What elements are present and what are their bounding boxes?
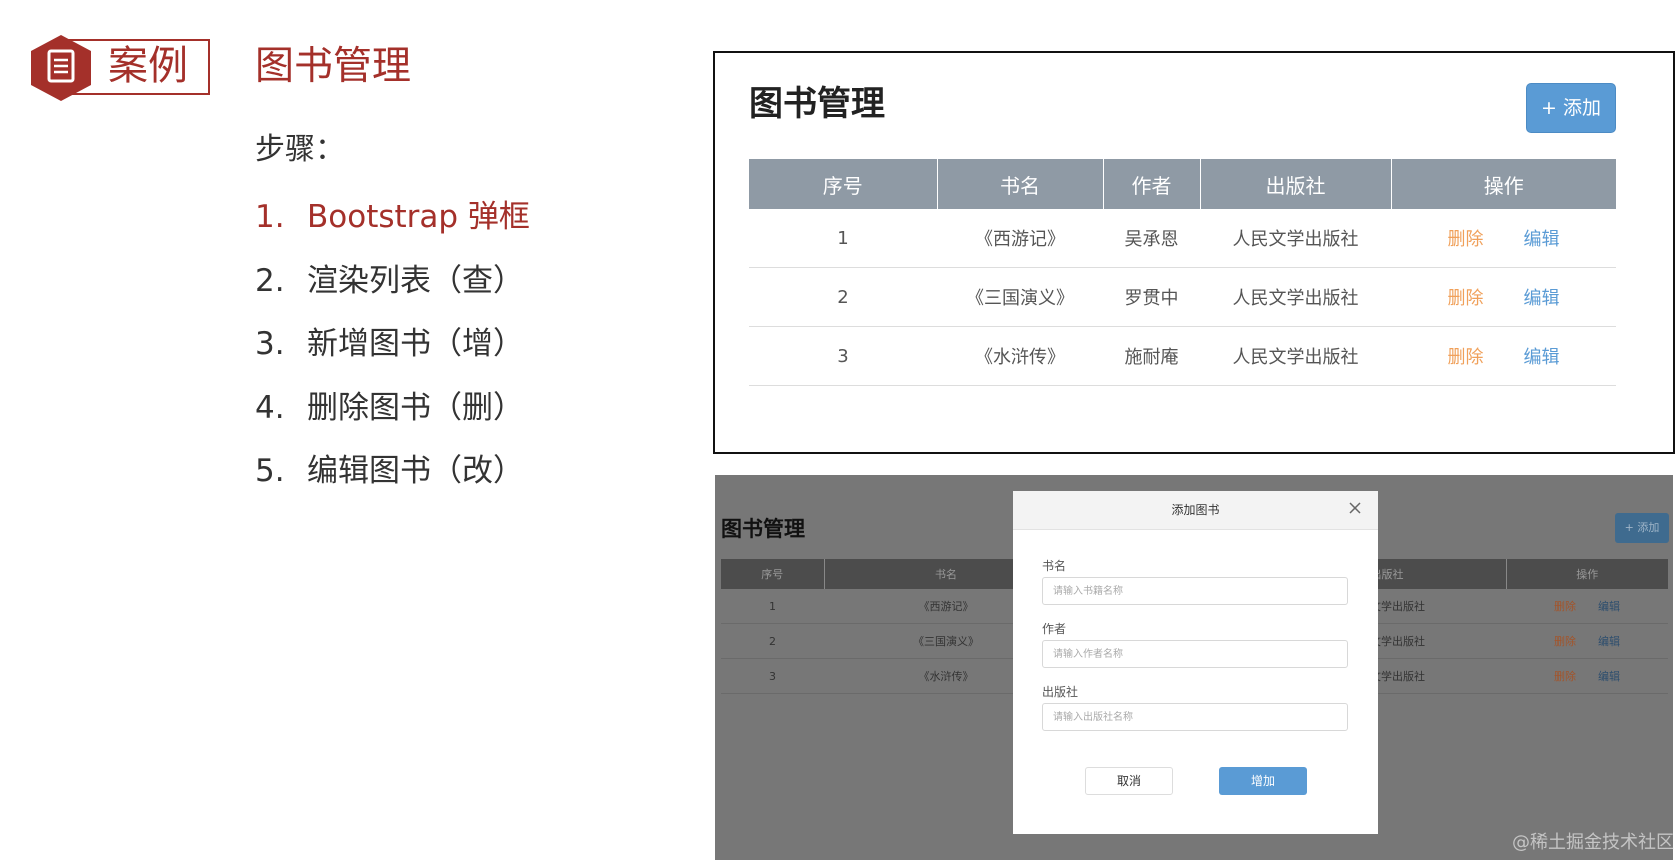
step-item: 5. 编辑图书（改） — [255, 447, 530, 511]
edit-link[interactable]: 编辑 — [1524, 229, 1560, 250]
cell-author: 施耐庵 — [1103, 326, 1200, 386]
column-header-publisher: 出版社 — [1200, 159, 1392, 209]
cell-author: 罗贯中 — [1103, 267, 1200, 327]
author-label: 作者 — [1042, 622, 1067, 636]
column-header-index: 序号 — [749, 159, 938, 209]
step-number: 3. — [255, 326, 285, 362]
cell-index: 3 — [749, 326, 937, 386]
step-number: 2. — [255, 262, 285, 299]
edit-link: 编辑 — [1598, 600, 1620, 613]
cancel-button[interactable]: 取消 — [1085, 767, 1173, 795]
book-name-label: 书名 — [1042, 559, 1067, 573]
cell-index: 1 — [749, 209, 937, 268]
modal-header: 添加图书 — [1013, 491, 1378, 530]
cell-author: 吴承恩 — [1103, 209, 1200, 268]
step-number: 4. — [255, 389, 285, 426]
close-icon[interactable] — [1346, 499, 1364, 517]
step-text: Bootstrap 弹框 — [307, 199, 530, 235]
cell-index: 2 — [721, 623, 824, 659]
cell-index: 3 — [721, 658, 824, 694]
step-text: 渲染列表（查） — [307, 262, 524, 299]
steps-label: 步骤： — [255, 132, 345, 167]
publisher-input[interactable] — [1042, 703, 1348, 731]
watermark: @稀土掘金技术社区 — [1512, 832, 1674, 853]
cell-name: 《西游记》 — [937, 209, 1103, 268]
edit-link: 编辑 — [1598, 670, 1620, 683]
cell-publisher: 人民文学出版社 — [1200, 326, 1391, 386]
edit-link: 编辑 — [1598, 635, 1620, 648]
page-title: 图书管理 — [749, 84, 885, 124]
modal-title: 添加图书 — [1171, 503, 1220, 517]
step-number: 1. — [255, 199, 285, 235]
add-book-button[interactable]: + 添加 — [1526, 83, 1616, 133]
cell-actions: 删除 编辑 — [1391, 267, 1616, 327]
add-confirm-button[interactable]: 增加 — [1219, 767, 1307, 795]
table-row: 2 《三国演义》 罗贯中 人民文学出版社 删除 编辑 — [749, 267, 1616, 327]
delete-link[interactable]: 删除 — [1448, 347, 1484, 368]
book-name-input[interactable] — [1042, 577, 1348, 605]
cell-actions: 删除 编辑 — [1506, 589, 1668, 624]
column-header-actions: 操作 — [1506, 559, 1668, 589]
step-item: 4. 删除图书（删） — [255, 384, 530, 448]
step-item: 2. 渲染列表（查） — [255, 257, 530, 321]
author-input[interactable] — [1042, 640, 1348, 668]
delete-link: 删除 — [1554, 670, 1576, 683]
table-row: 1 《西游记》 吴承恩 人民文学出版社 删除 编辑 — [749, 209, 1616, 268]
case-badge-text: 案例 — [108, 43, 188, 89]
cell-actions: 删除 编辑 — [1506, 658, 1668, 694]
cell-index: 1 — [721, 589, 824, 624]
table-header-row: 序号 书名 作者 出版社 操作 — [749, 159, 1616, 209]
cell-name: 《水浒传》 — [937, 326, 1103, 386]
slide-title: 图书管理 — [255, 44, 412, 89]
cell-publisher: 人民文学出版社 — [1200, 267, 1391, 327]
column-header-author: 作者 — [1103, 159, 1201, 209]
delete-link[interactable]: 删除 — [1448, 229, 1484, 250]
column-header-index: 序号 — [721, 559, 825, 589]
delete-link: 删除 — [1554, 600, 1576, 613]
step-number: 5. — [255, 453, 285, 489]
background-add-button: + 添加 — [1615, 513, 1669, 543]
steps-list: 1. Bootstrap 弹框 2. 渲染列表（查） 3. 新增图书（增） 4. 删除图… — [255, 193, 530, 511]
edit-link[interactable]: 编辑 — [1524, 288, 1560, 309]
step-item: 3. 新增图书（增） — [255, 320, 530, 384]
step-text: 编辑图书（改） — [307, 453, 524, 489]
cell-index: 2 — [749, 267, 937, 327]
background-page-title: 图书管理 — [721, 517, 805, 541]
add-book-modal-screenshot: 图书管理 + 添加 序号 书名 出版社 操作 1 《西游记》 文学出版社 删除编… — [715, 475, 1673, 860]
cell-publisher: 人民文学出版社 — [1200, 209, 1391, 268]
publisher-label: 出版社 — [1042, 685, 1079, 699]
table-row: 3 《水浒传》 施耐庵 人民文学出版社 删除 编辑 — [749, 326, 1616, 386]
add-book-modal: 添加图书 书名 作者 出版社 取消 增加 — [1013, 491, 1378, 834]
column-header-actions: 操作 — [1391, 159, 1616, 209]
book-list-screenshot: 图书管理 + 添加 序号 书名 作者 出版社 操作 1 《西游记》 吴承恩 人民… — [713, 51, 1675, 454]
step-text: 删除图书（删） — [307, 389, 524, 426]
cell-name: 《三国演义》 — [937, 267, 1103, 327]
column-header-name: 书名 — [937, 159, 1104, 209]
case-badge: 案例 — [28, 33, 212, 101]
cell-actions: 删除 编辑 — [1506, 623, 1668, 659]
edit-link[interactable]: 编辑 — [1524, 347, 1560, 368]
delete-link[interactable]: 删除 — [1448, 288, 1484, 309]
step-item: 1. Bootstrap 弹框 — [255, 193, 530, 257]
step-text: 新增图书（增） — [307, 326, 524, 362]
cell-actions: 删除 编辑 — [1391, 326, 1616, 386]
book-table: 序号 书名 作者 出版社 操作 1 《西游记》 吴承恩 人民文学出版社 删除 编辑… — [749, 159, 1616, 386]
delete-link: 删除 — [1554, 635, 1576, 648]
document-icon — [31, 35, 91, 101]
cell-actions: 删除 编辑 — [1391, 209, 1616, 268]
